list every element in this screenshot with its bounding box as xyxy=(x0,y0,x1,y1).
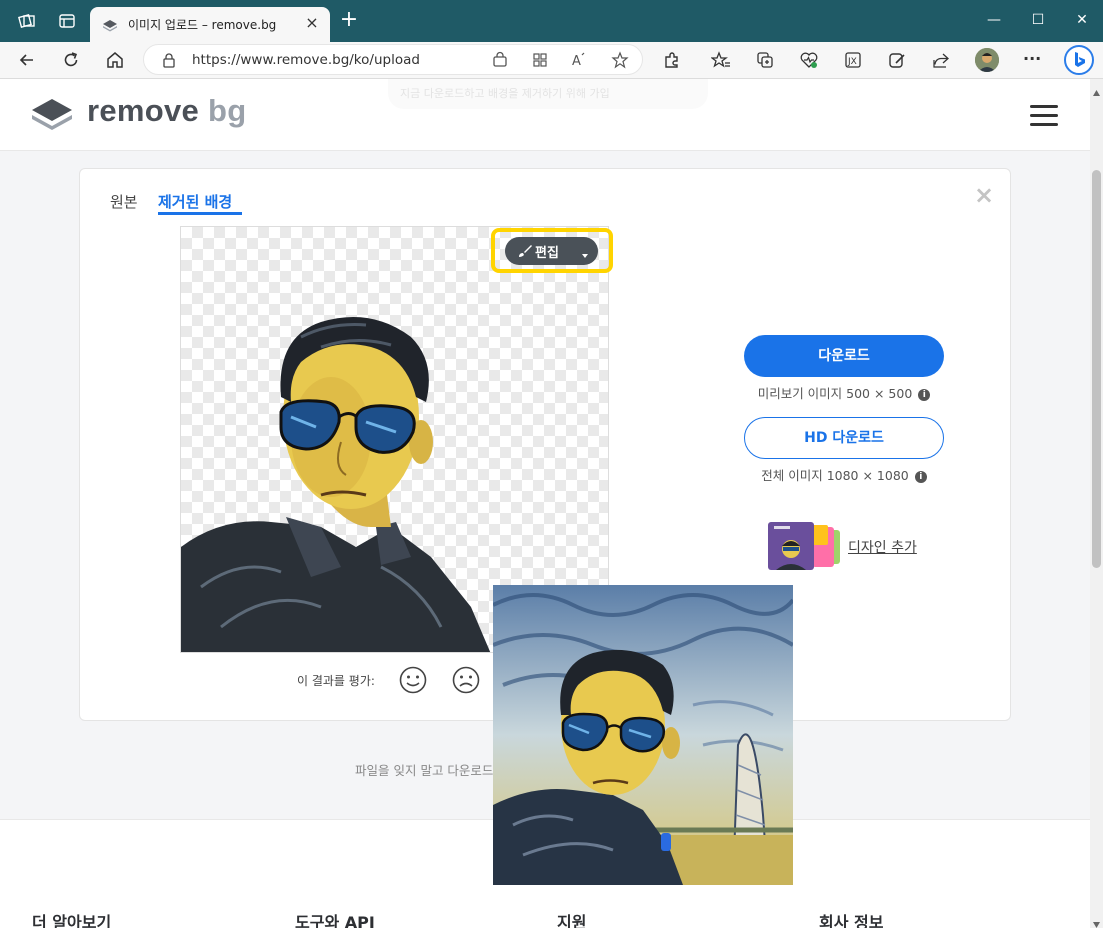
rate-result-label: 이 결과를 평가: xyxy=(297,674,375,688)
info-icon[interactable]: i xyxy=(914,470,927,483)
screenshot-icon[interactable]: JX xyxy=(843,50,863,70)
more-icon[interactable]: ··· xyxy=(1023,50,1043,70)
download-button[interactable]: 다운로드 xyxy=(744,335,944,377)
read-aloud-icon[interactable]: A xyxy=(571,51,589,69)
ghost-banner-text: 지금 다운로드하고 배경을 제거하기 위해 가입 xyxy=(400,87,610,100)
hd-download-size-note: 전체 이미지 1080 × 1080 i xyxy=(744,465,944,484)
add-design-link[interactable]: 디자인 추가 xyxy=(848,537,917,557)
hd-download-button[interactable]: HD 다운로드 xyxy=(744,417,944,459)
caret-down-icon[interactable] xyxy=(580,246,590,258)
logo-remove-word: remove xyxy=(87,93,200,128)
stylized-photo-overlay xyxy=(493,585,793,885)
profile-avatar[interactable] xyxy=(975,48,999,72)
download-size-text: 미리보기 이미지 500 × 500 xyxy=(757,386,913,401)
favorites-icon[interactable] xyxy=(710,50,731,70)
browser-essentials-icon[interactable] xyxy=(799,50,819,70)
workspaces-icon[interactable] xyxy=(17,11,37,31)
tab-title: 이미지 업로드 – remove.bg xyxy=(128,18,277,32)
back-icon[interactable] xyxy=(17,50,37,70)
scrollbar-thumb[interactable] xyxy=(1092,170,1101,568)
menu-icon[interactable] xyxy=(1030,105,1058,126)
svg-text:A: A xyxy=(572,54,581,69)
new-tab-button[interactable]: + xyxy=(338,9,360,32)
footer-heading-tools-api: 도구와 API xyxy=(295,913,375,928)
edit-button-label: 편집 xyxy=(535,246,559,261)
share-icon[interactable] xyxy=(931,50,951,70)
removebg-logo-icon[interactable] xyxy=(30,97,74,131)
hd-size-text: 전체 이미지 1080 × 1080 xyxy=(761,468,909,483)
download-size-note: 미리보기 이미지 500 × 500 i xyxy=(744,383,944,402)
tab-close-button[interactable]: × xyxy=(302,13,322,33)
page-viewport: 지금 다운로드하고 배경을 제거하기 위해 가입 remove bg 원본 제거… xyxy=(0,79,1090,928)
svg-text:JX: JX xyxy=(847,57,857,67)
footer-heading-learn-more: 더 알아보기 xyxy=(32,913,112,928)
shopping-icon[interactable] xyxy=(491,51,509,69)
footer-heading-company: 회사 정보 xyxy=(819,913,884,928)
favorite-star-icon[interactable] xyxy=(611,51,629,69)
close-result-button[interactable]: × xyxy=(972,183,996,207)
lock-icon[interactable] xyxy=(162,52,176,68)
minimize-button[interactable]: — xyxy=(982,10,1006,30)
logo-bg-word: bg xyxy=(208,93,247,128)
frown-face-icon[interactable] xyxy=(451,665,481,695)
brush-icon xyxy=(517,243,533,259)
scroll-down-arrow-icon[interactable] xyxy=(1092,914,1101,928)
browser-toolbar: https://www.remove.bg/ko/upload A JX ··· xyxy=(0,42,1103,79)
bing-copilot-icon[interactable] xyxy=(1064,45,1094,75)
edit-button[interactable]: 편집 xyxy=(505,237,598,265)
active-tab[interactable]: 이미지 업로드 – remove.bg × xyxy=(90,7,330,42)
close-window-button[interactable]: ✕ xyxy=(1070,10,1094,30)
app-available-icon[interactable] xyxy=(531,51,549,69)
removebg-favicon xyxy=(102,17,118,33)
tab-removed-background[interactable]: 제거된 배경 xyxy=(158,191,232,212)
info-icon[interactable]: i xyxy=(918,388,931,401)
home-icon[interactable] xyxy=(105,50,125,70)
browser-tab-bar: 이미지 업로드 – remove.bg × + — ☐ ✕ xyxy=(0,0,1103,42)
tab-actions-icon[interactable] xyxy=(57,11,77,31)
scroll-up-arrow-icon[interactable] xyxy=(1092,82,1101,96)
address-bar[interactable]: https://www.remove.bg/ko/upload A xyxy=(143,44,643,75)
removebg-logo-text[interactable]: remove bg xyxy=(87,93,247,129)
site-header: 지금 다운로드하고 배경을 제거하기 위해 가입 remove bg xyxy=(0,79,1090,151)
edit-extension-icon[interactable] xyxy=(887,50,907,70)
active-tab-underline xyxy=(158,212,242,215)
stylized-portrait-image xyxy=(493,585,793,885)
refresh-icon[interactable] xyxy=(61,50,81,70)
tab-original[interactable]: 원본 xyxy=(110,191,138,212)
url-text[interactable]: https://www.remove.bg/ko/upload xyxy=(192,52,420,68)
smile-face-icon[interactable] xyxy=(398,665,428,695)
footer-heading-support: 지원 xyxy=(557,913,587,928)
extensions-icon[interactable] xyxy=(662,50,682,70)
maximize-button[interactable]: ☐ xyxy=(1026,10,1050,30)
design-thumbnail-icon[interactable] xyxy=(768,522,842,570)
download-reminder-text: 파일을 잊지 말고 다운로드 xyxy=(355,763,494,778)
collections-icon[interactable] xyxy=(755,50,775,70)
